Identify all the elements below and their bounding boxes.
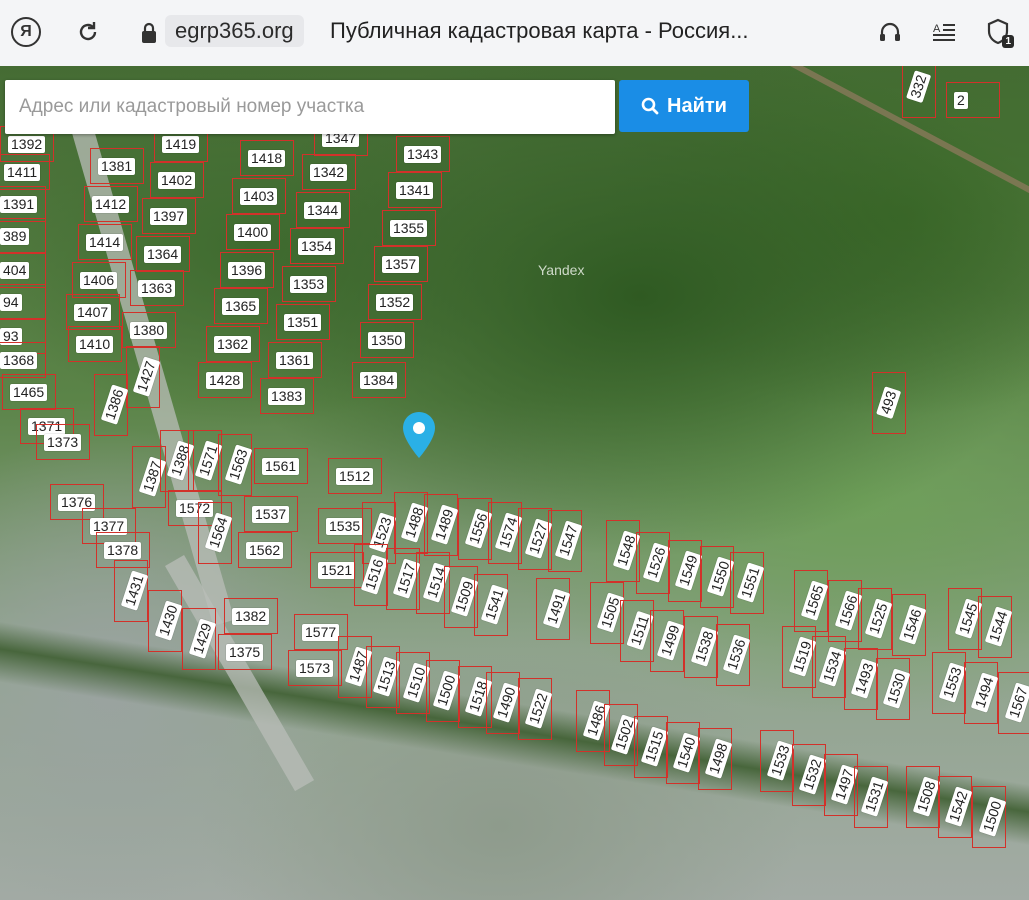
parcel-label: 1410: [76, 336, 114, 353]
parcel-label: 1354: [298, 238, 336, 255]
parcel-label: 94: [0, 294, 22, 311]
parcel-label: 404: [0, 262, 30, 279]
protect-button[interactable]: 1: [980, 14, 1016, 50]
parcel-label: 1512: [336, 468, 374, 485]
parcel-label: 1383: [268, 388, 306, 405]
parcel-label: 1406: [80, 272, 118, 289]
browser-toolbar: Я egrp365.org Публичная кадастровая карт…: [0, 0, 1029, 67]
reload-button[interactable]: [70, 14, 106, 50]
parcel-label: 1402: [158, 172, 196, 189]
parcel-label: 1382: [232, 608, 270, 625]
parcel-label: 389: [0, 228, 30, 245]
parcel-label: 1391: [0, 196, 38, 213]
parcel-label: 1363: [138, 280, 176, 297]
parcel-label: 1341: [396, 182, 434, 199]
parcel-label: 1537: [252, 506, 290, 523]
parcel-label: 1355: [390, 220, 428, 237]
parcel-label: 1428: [206, 372, 244, 389]
audio-button[interactable]: [872, 14, 908, 50]
parcel-label: 1411: [4, 164, 41, 181]
parcel-label: 1521: [318, 562, 356, 579]
reload-icon: [79, 22, 97, 41]
parcel-label: 1577: [302, 624, 340, 641]
parcel-label: 1343: [404, 146, 442, 163]
parcel-label: 1535: [326, 518, 364, 535]
parcel-label: 1397: [150, 208, 188, 225]
page-title: Публичная кадастровая карта - Россия...: [330, 18, 749, 43]
parcel-label: 1378: [104, 542, 142, 559]
parcel-label: 1353: [290, 276, 328, 293]
parcel-label: 1384: [360, 372, 398, 389]
search-input[interactable]: [5, 80, 615, 134]
parcel-label: 1344: [304, 202, 342, 219]
parcel-label: 1362: [214, 336, 252, 353]
search-button[interactable]: Найти: [619, 80, 749, 132]
parcel-label: 1412: [92, 196, 130, 213]
parcel-label: 1403: [240, 188, 278, 205]
parcel-label: 1342: [310, 164, 348, 181]
parcel-label: 1418: [248, 150, 286, 167]
parcel-label: 1373: [44, 434, 82, 451]
parcel-label: 1419: [162, 136, 200, 153]
parcel-label: 2: [954, 92, 968, 109]
lock-icon: [142, 22, 156, 43]
parcel-label: 1400: [234, 224, 272, 241]
cadastral-map[interactable]: Yandex 1392 1411 1391 389 404 94 93 1368 1465 137…: [0, 66, 1029, 900]
search-icon: [641, 97, 659, 115]
parcel-label: 1351: [284, 314, 322, 331]
parcel-label: 1407: [74, 304, 112, 321]
parcel-label: 1357: [382, 256, 420, 273]
yandex-logo-icon: Я: [11, 17, 41, 47]
parcel-label: 1465: [10, 384, 48, 401]
headphones-icon: [880, 22, 900, 41]
parcel-label: 1361: [276, 352, 314, 369]
map-watermark: Yandex: [538, 262, 585, 278]
reader-mode-button[interactable]: A: [926, 14, 962, 50]
parcel-label: 1561: [262, 458, 300, 475]
parcel-label: 1573: [296, 660, 334, 677]
parcel-label: 1368: [0, 352, 38, 369]
parcel-label: 1414: [86, 234, 124, 251]
parcel-label: 1562: [246, 542, 284, 559]
yandex-home-button[interactable]: Я: [8, 14, 44, 50]
reader-icon: A: [933, 23, 955, 41]
notification-badge: 1: [1002, 35, 1014, 48]
parcel-label: 1381: [98, 158, 136, 175]
parcel-label: 1375: [226, 644, 264, 661]
parcel-label: 1392: [8, 136, 46, 153]
search-button-label: Найти: [667, 94, 727, 117]
parcel-label: 1364: [144, 246, 182, 263]
parcel-label: 1380: [130, 322, 168, 339]
parcel-label: 1350: [368, 332, 406, 349]
svg-text:A: A: [933, 23, 941, 35]
parcel-label: 1365: [222, 298, 260, 315]
address-bar-url[interactable]: egrp365.org: [165, 15, 304, 47]
location-marker-icon[interactable]: [400, 410, 438, 468]
parcel-label: 1352: [376, 294, 414, 311]
parcel-label: 1396: [228, 262, 266, 279]
